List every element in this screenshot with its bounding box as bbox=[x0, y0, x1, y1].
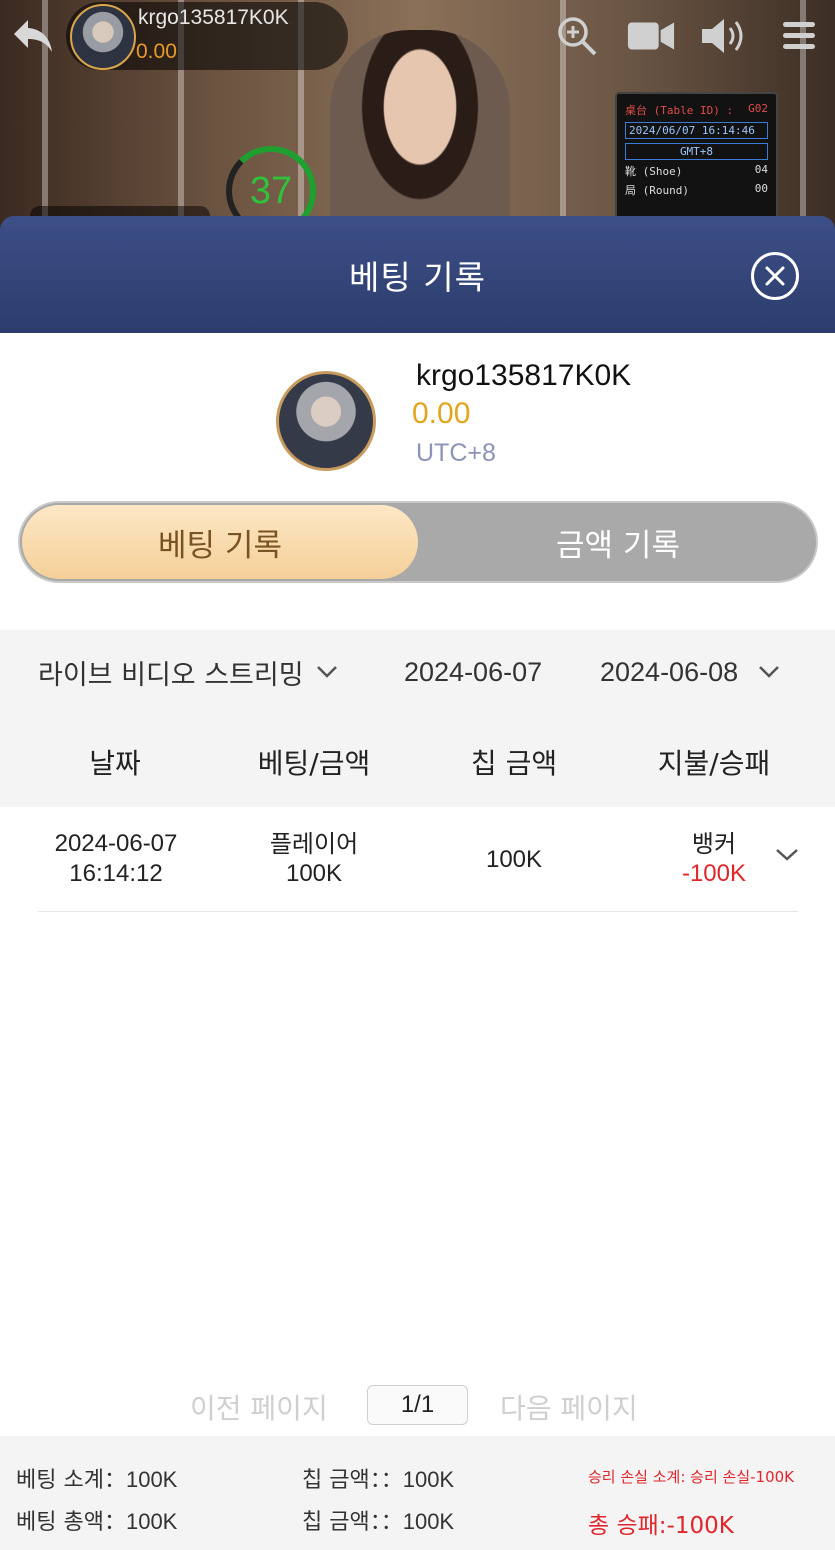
shoe-label: 靴 (Shoe) bbox=[625, 165, 683, 178]
chevron-down-icon bbox=[316, 665, 338, 679]
table-id-value: G02 bbox=[748, 102, 768, 115]
column-header-date: 날짜 bbox=[89, 747, 141, 780]
column-header-bet-amount: 베팅/금액 bbox=[257, 747, 371, 780]
prev-page-button[interactable]: 이전 페이지 bbox=[190, 1387, 328, 1427]
avatar[interactable] bbox=[70, 4, 136, 70]
record-tabs: 베팅 기록 금액 기록 bbox=[18, 501, 818, 583]
end-date-value: 2024-06-08 bbox=[600, 656, 739, 687]
close-button[interactable] bbox=[751, 252, 799, 300]
table-timezone: GMT+8 bbox=[625, 143, 768, 160]
chip-amount-value-2: 100K bbox=[402, 1509, 455, 1534]
row-bet: 플레이어 100K bbox=[214, 829, 414, 889]
back-arrow-icon[interactable] bbox=[10, 14, 56, 58]
row-time: 16:14:12 bbox=[69, 860, 163, 887]
row-chip-amount: 100K bbox=[485, 846, 543, 873]
tab-amount-history[interactable]: 금액 기록 bbox=[420, 505, 816, 579]
close-icon bbox=[765, 266, 785, 286]
start-date-picker[interactable]: 2024-06-07 bbox=[404, 652, 542, 692]
profile-balance: 0.00 bbox=[412, 397, 471, 430]
bet-subtotal: 베팅 소계：100K bbox=[16, 1462, 177, 1494]
table-info-board: 桌台 (Table ID) : G02 2024/06/07 16:14:46 … bbox=[615, 92, 778, 232]
table-id-label: 桌台 (Table ID) : bbox=[625, 104, 734, 117]
bet-total-value: 100K bbox=[125, 1509, 178, 1534]
tab-bet-history[interactable]: 베팅 기록 bbox=[22, 505, 418, 579]
table-datetime: 2024/06/07 16:14:46 bbox=[625, 122, 768, 139]
bet-subtotal-value: 100K bbox=[125, 1467, 178, 1492]
bet-subtotal-label: 베팅 소계： bbox=[16, 1468, 126, 1493]
shoe-value: 04 bbox=[754, 163, 768, 176]
chip-amount-1: 칩 금액：：100K bbox=[302, 1462, 454, 1494]
round-label: 局 (Round) bbox=[625, 184, 689, 197]
live-video-background: 桌台 (Table ID) : G02 2024/06/07 16:14:46 … bbox=[0, 0, 835, 240]
game-type-value: 라이브 비디오 스트리밍 bbox=[38, 659, 304, 691]
modal-header: 베팅 기록 bbox=[0, 216, 835, 333]
zoom-in-icon[interactable] bbox=[552, 12, 602, 60]
chevron-down-icon bbox=[758, 665, 780, 679]
menu-icon[interactable] bbox=[774, 12, 824, 60]
bet-total: 베팅 총액：100K bbox=[16, 1504, 177, 1536]
chip-amount-value-1: 100K bbox=[402, 1467, 455, 1492]
profile-avatar bbox=[276, 371, 376, 471]
profile-timezone: UTC+8 bbox=[416, 439, 496, 467]
row-divider bbox=[38, 911, 798, 912]
speaker-icon[interactable] bbox=[698, 12, 748, 60]
total-winloss: 총 승패:-100K bbox=[588, 1513, 734, 1539]
profile-username: krgo135817K0K bbox=[416, 359, 632, 392]
next-page-button[interactable]: 다음 페이지 bbox=[500, 1387, 638, 1427]
row-bet-type: 플레이어 bbox=[269, 830, 359, 858]
column-header-chip-amount: 칩 금액 bbox=[470, 747, 558, 780]
game-type-dropdown[interactable]: 라이브 비디오 스트리밍 bbox=[38, 652, 338, 692]
dealer-video bbox=[330, 30, 510, 240]
summary-bar: 베팅 소계：100K 칩 금액：：100K 승리 손실 소계: 승리 손실-10… bbox=[0, 1436, 835, 1550]
filter-bar: 라이브 비디오 스트리밍 2024-06-07 2024-06-08 날짜 베팅… bbox=[0, 630, 835, 807]
winloss-subtotal: 승리 손실 소계: 승리 손실-100K bbox=[588, 1468, 795, 1486]
row-date: 2024-06-07 bbox=[54, 830, 178, 857]
column-header-payout-winloss: 지불/승패 bbox=[657, 747, 771, 780]
modal-title: 베팅 기록 bbox=[349, 257, 486, 297]
expand-chevron-icon[interactable] bbox=[774, 847, 800, 867]
bet-total-label: 베팅 총액： bbox=[16, 1510, 126, 1535]
start-date-value: 2024-06-07 bbox=[404, 656, 543, 687]
chip-amount-2: 칩 금액：：100K bbox=[302, 1504, 454, 1536]
bet-history-panel: krgo135817K0K 0.00 UTC+8 베팅 기록 금액 기록 라이브… bbox=[0, 333, 835, 1550]
table-row[interactable]: 2024-06-07 16:14:12 플레이어 100K 100K 뱅커 -1… bbox=[0, 807, 835, 912]
chip-amount-label-1: 칩 금액：： bbox=[302, 1468, 403, 1493]
pagination: 이전 페이지 1/1 다음 페이지 bbox=[0, 1383, 835, 1427]
top-username: krgo135817K0K bbox=[138, 6, 289, 29]
page-indicator: 1/1 bbox=[367, 1385, 468, 1425]
row-bet-amount: 100K bbox=[285, 860, 343, 887]
round-value: 00 bbox=[754, 182, 768, 195]
video-camera-icon[interactable] bbox=[626, 12, 676, 60]
top-balance: 0.00 bbox=[136, 40, 177, 63]
end-date-picker[interactable]: 2024-06-08 bbox=[600, 652, 780, 692]
row-datetime: 2024-06-07 16:14:12 bbox=[16, 829, 216, 889]
chip-amount-label-2: 칩 금액：： bbox=[302, 1510, 403, 1535]
